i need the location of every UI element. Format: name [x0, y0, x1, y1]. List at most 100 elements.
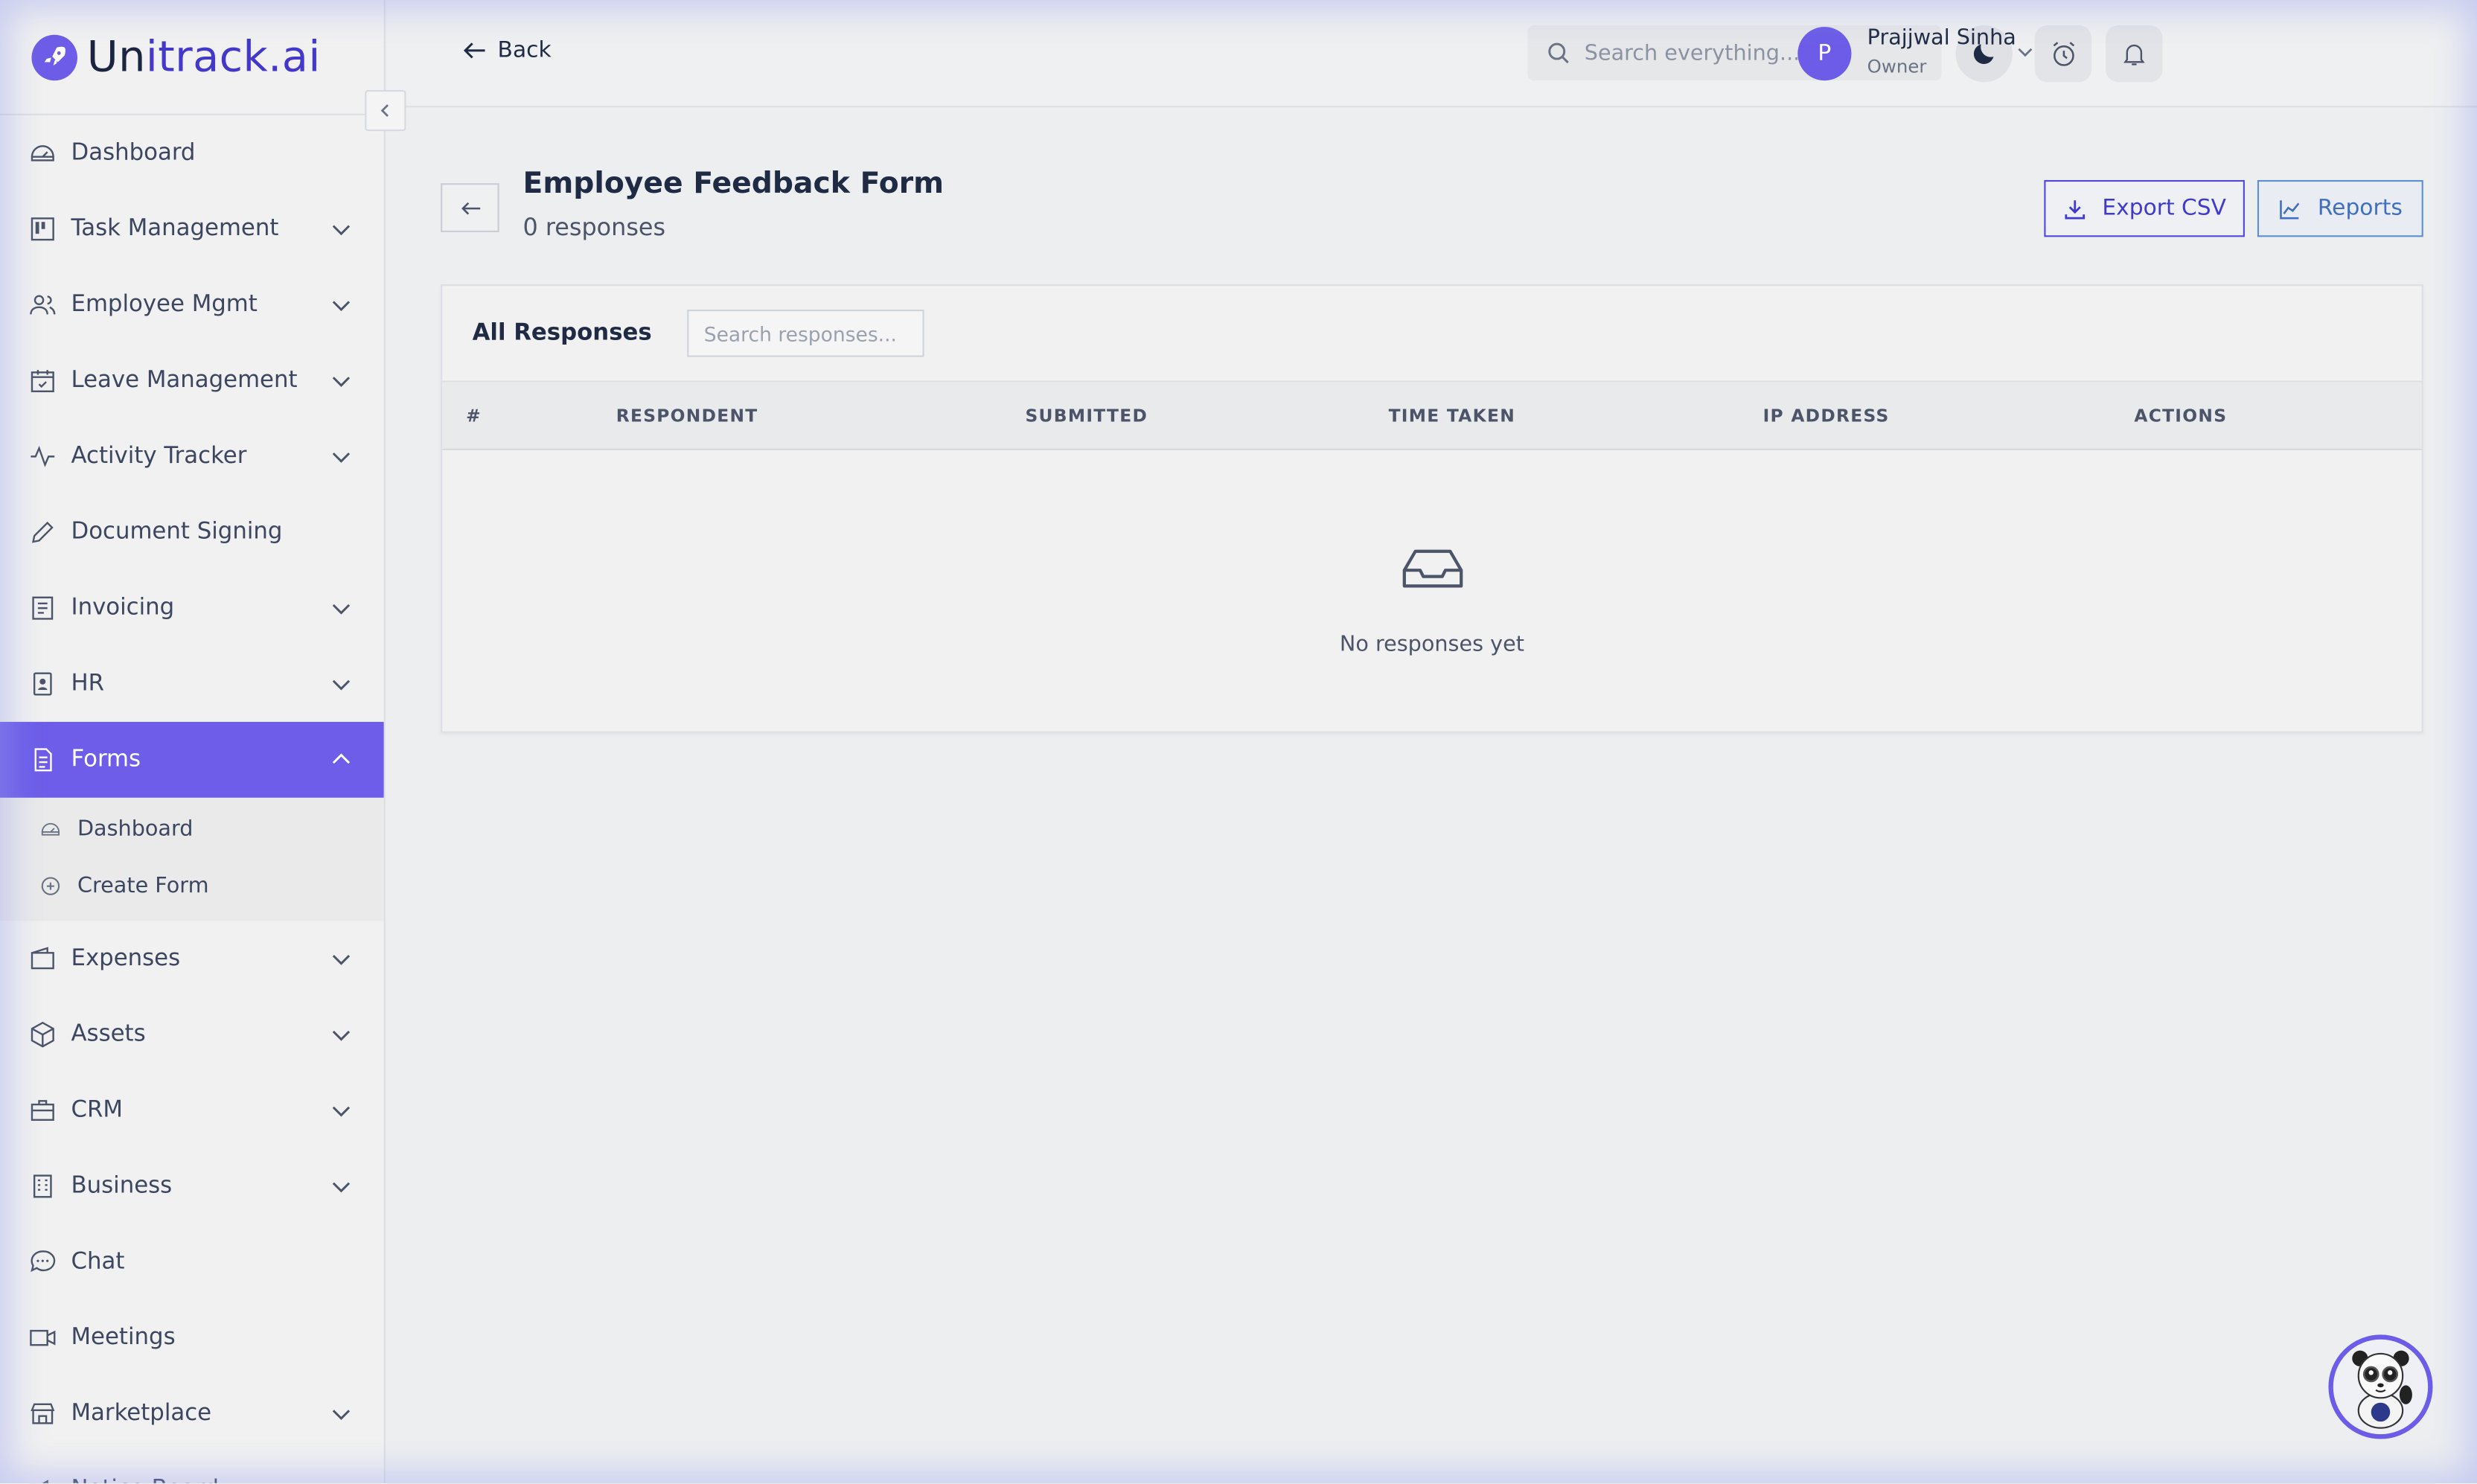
sidebar-item-employee-mgmt[interactable]: Employee Mgmt: [0, 267, 384, 343]
sidebar-item-meetings[interactable]: Meetings: [0, 1300, 384, 1376]
store-icon-wrap: [28, 1399, 57, 1427]
sidebar-item-label: Notice Board: [71, 1477, 353, 1483]
chevron-down-icon: [332, 1106, 351, 1117]
sidebar-item-document-signing[interactable]: Document Signing: [0, 494, 384, 570]
megaphone-icon-wrap: [28, 1475, 57, 1483]
sidebar-item-leave-management[interactable]: Leave Management: [0, 343, 384, 419]
chat-icon: [31, 1250, 56, 1273]
collapse-sidebar-button[interactable]: [365, 89, 406, 132]
sidebar-item-crm[interactable]: CRM: [0, 1072, 384, 1148]
gauge-icon: [31, 145, 54, 161]
sidebar-item-chat[interactable]: Chat: [0, 1224, 384, 1300]
document-icon-wrap: [28, 746, 57, 774]
sidebar-item-notice-board[interactable]: Notice Board: [0, 1451, 384, 1483]
gauge-icon-wrap: [39, 818, 62, 840]
video-icon-wrap: [28, 1324, 57, 1352]
chevron-down-icon: [332, 301, 351, 312]
sidebar-item-invoicing[interactable]: Invoicing: [0, 570, 384, 646]
building-icon: [33, 1174, 52, 1198]
assistant-mascot-button[interactable]: [2328, 1334, 2433, 1439]
chevron-down-icon: [332, 1030, 351, 1041]
line-chart-icon: [2280, 199, 2300, 219]
chevron-down-icon[interactable]: [2016, 42, 2034, 61]
submenu-item-dashboard[interactable]: Dashboard: [0, 801, 384, 857]
chevron-down-icon: [332, 604, 351, 615]
sidebar-item-forms[interactable]: Forms: [0, 721, 384, 798]
back-to-forms-button[interactable]: [441, 183, 499, 232]
column-header-respondent[interactable]: RESPONDENT: [616, 406, 758, 426]
calendar-check-icon-wrap: [28, 366, 57, 394]
card-header: All Responses: [442, 286, 2422, 383]
plus-circle-icon: [41, 877, 60, 895]
back-link[interactable]: Back: [463, 38, 552, 63]
submenu-item-create-form[interactable]: Create Form: [0, 857, 384, 914]
export-csv-button[interactable]: Export CSV: [2044, 179, 2245, 237]
store-icon: [31, 1403, 55, 1424]
sidebar-item-label: Activity Tracker: [71, 444, 247, 470]
back-label: Back: [497, 37, 552, 63]
gauge-icon: [41, 822, 60, 836]
sidebar-item-business[interactable]: Business: [0, 1148, 384, 1224]
cube-icon-wrap: [28, 1020, 57, 1049]
arrow-left-icon: [463, 42, 485, 59]
avatar[interactable]: P: [1797, 27, 1852, 81]
column-header-submitted[interactable]: SUBMITTED: [1025, 406, 1148, 426]
receipt-icon: [32, 596, 54, 620]
empty-state: [442, 546, 2421, 597]
page-title: Employee Feedback Form: [522, 167, 945, 201]
sidebar-item-label: HR: [71, 671, 105, 697]
sidebar-item-label: Leave Management: [71, 368, 298, 394]
table-header: # RESPONDENT SUBMITTED TIME TAKEN IP ADD…: [442, 382, 2422, 450]
column-header-time-taken[interactable]: TIME TAKEN: [1389, 406, 1515, 426]
column-header-index[interactable]: #: [466, 406, 482, 426]
sidebar-item-task-management[interactable]: Task Management: [0, 191, 384, 267]
receipt-icon-wrap: [28, 594, 57, 622]
sidebar-item-label: Dashboard: [71, 140, 196, 166]
sidebar-item-activity-tracker[interactable]: Activity Tracker: [0, 418, 384, 494]
responses-search-input[interactable]: [686, 309, 924, 357]
chat-icon-wrap: [28, 1248, 57, 1276]
sidebar-item-hr[interactable]: HR: [0, 646, 384, 722]
sidebar-item-expenses[interactable]: Expenses: [0, 921, 384, 997]
cube-icon: [31, 1021, 54, 1048]
rocket-icon: [31, 33, 77, 80]
chevron-left-icon: [380, 104, 389, 117]
app-page: Unitrack.ai Dashboard Task Management Empl…: [0, 0, 2477, 1483]
sidebar-item-label: Forms: [71, 746, 141, 773]
user-name[interactable]: Prajjwal Sinha: [1867, 25, 2016, 51]
search-input[interactable]: [1584, 40, 1917, 66]
chevron-down-icon: [332, 225, 351, 236]
forms-submenu: Dashboard Create Form: [0, 797, 384, 921]
briefcase-icon: [31, 1100, 54, 1121]
topbar: Back: [386, 0, 2477, 108]
chevron-down-icon: [332, 955, 351, 965]
card-title: All Responses: [472, 320, 652, 346]
submenu-item-label: Dashboard: [77, 816, 194, 842]
search-icon: [1548, 42, 1569, 64]
wallet-icon-wrap: [28, 944, 57, 973]
gauge-icon-wrap: [28, 139, 57, 167]
chevron-down-icon: [332, 679, 351, 691]
video-icon: [30, 1329, 56, 1346]
column-header-actions: ACTIONS: [2134, 406, 2228, 427]
sidebar-item-dashboard[interactable]: Dashboard: [0, 115, 384, 191]
reports-label: Reports: [2317, 196, 2403, 222]
sidebar-item-assets[interactable]: Assets: [0, 997, 384, 1072]
responses-card: All Responses # RESPONDENT SUBMITTED TIM…: [441, 284, 2423, 733]
alarm-button[interactable]: [2034, 25, 2092, 83]
column-header-ip-address[interactable]: IP ADDRESS: [1763, 406, 1890, 426]
reports-button[interactable]: Reports: [2257, 179, 2423, 237]
submenu-item-label: Create Form: [77, 873, 209, 899]
notifications-button[interactable]: [2106, 25, 2163, 83]
sidebar-nav: Dashboard Task Management Employee Mgmt Lea…: [0, 115, 384, 1483]
id-badge-icon: [33, 672, 52, 696]
logo[interactable]: Unitrack.ai: [0, 0, 384, 115]
sidebar-item-label: Expenses: [71, 946, 181, 972]
panda-mascot-icon: [2352, 1350, 2412, 1429]
chevron-down-icon: [332, 452, 351, 463]
sidebar-item-label: Meetings: [71, 1325, 176, 1351]
users-icon: [30, 295, 56, 315]
sidebar-item-label: Chat: [71, 1249, 125, 1275]
sidebar-item-marketplace[interactable]: Marketplace: [0, 1376, 384, 1452]
chevron-down-icon: [332, 1410, 351, 1421]
